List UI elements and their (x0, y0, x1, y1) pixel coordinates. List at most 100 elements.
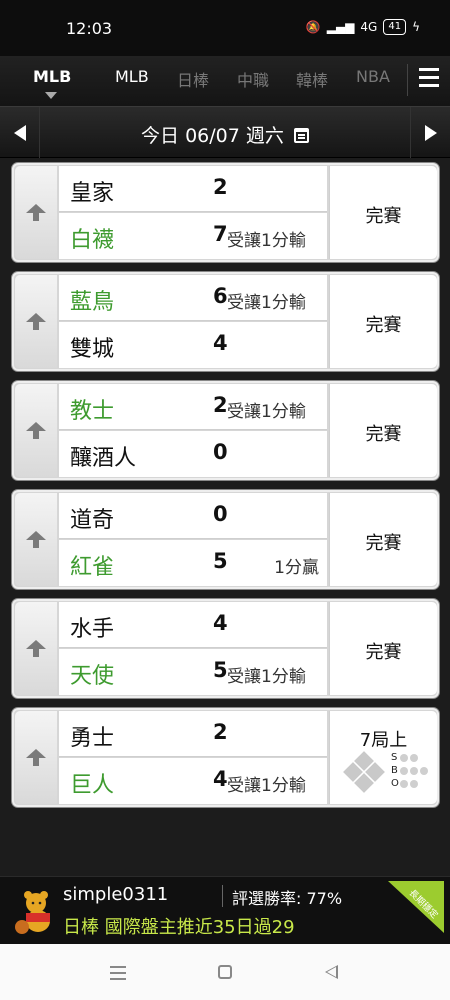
ball-dot (420, 767, 428, 775)
tab-npb[interactable]: 日棒 (177, 67, 209, 91)
game-status-cell: 完賽 (329, 493, 437, 586)
system-nav-bar (0, 944, 450, 1000)
tab-kbo[interactable]: 韓棒 (296, 67, 328, 91)
game-status: 完賽 (365, 206, 402, 227)
tab-divider (407, 64, 408, 96)
game-status: 7局上 (359, 730, 408, 751)
bet-result: 受讓1分輸 (227, 776, 306, 796)
game-status-cell: 完賽 (329, 166, 437, 259)
up-arrow-icon (25, 203, 47, 222)
ball-dot (400, 767, 408, 775)
up-arrow-icon (25, 530, 47, 549)
battery-icon: 41 (383, 19, 407, 35)
ball-label: B (391, 765, 398, 776)
league-tabs: MLB MLB 日棒 中職 韓棒 NBA (0, 56, 450, 106)
base-count-indicator: S B O (342, 751, 434, 797)
strike-dot (410, 754, 418, 762)
team-score: 2 (213, 720, 228, 744)
game-expand-button[interactable] (15, 275, 57, 368)
game-expand-button[interactable] (15, 384, 57, 477)
back-icon[interactable] (325, 965, 338, 979)
badge-label: 長期穩定 (406, 888, 440, 921)
team-row-away: 教士 2 受讓1分輸 (59, 384, 327, 430)
up-arrow-icon (25, 748, 47, 767)
home-icon[interactable] (218, 965, 232, 979)
team-name: 勇士 (70, 726, 115, 751)
team-row-away: 勇士 2 (59, 711, 327, 757)
bet-result: 受讓1分輸 (227, 667, 306, 687)
team-row-home: 紅雀 5 1分贏 (59, 540, 327, 586)
date-selector[interactable]: 今日 06/07 週六 (0, 121, 450, 148)
up-arrow-icon (25, 639, 47, 658)
strike-label: S (391, 752, 398, 763)
game-expand-button[interactable] (15, 602, 57, 695)
team-row-away: 水手 4 (59, 602, 327, 648)
team-score: 7 (213, 222, 228, 246)
game-list: 皇家 2 白襪 7 受讓1分輸 完賽 藍鳥 6 受讓1分輸 雙城 4 完賽 教士… (0, 158, 450, 876)
calendar-icon (293, 128, 309, 143)
ad-promo-text: 日棒 國際盤主推近35日過29 (63, 917, 295, 938)
mute-icon: 🔕 (305, 20, 321, 34)
game-expand-button[interactable] (15, 711, 57, 804)
team-name: 白襪 (70, 228, 115, 253)
game-status: 完賽 (365, 424, 402, 445)
ball-dot (410, 767, 418, 775)
game-status-cell: 完賽 (329, 275, 437, 368)
out-dot (400, 780, 408, 788)
game-card[interactable]: 教士 2 受讓1分輸 釀酒人 0 完賽 (11, 380, 440, 481)
team-name: 雙城 (70, 337, 115, 362)
game-status: 完賽 (365, 315, 402, 336)
team-row-home: 天使 5 受讓1分輸 (59, 649, 327, 695)
chevron-down-icon (45, 92, 57, 99)
game-status-cell: 完賽 (329, 384, 437, 477)
team-row-home: 釀酒人 0 (59, 431, 327, 477)
bet-result: 受讓1分輸 (227, 293, 306, 313)
team-row-home: 巨人 4 受讓1分輸 (59, 758, 327, 804)
team-score: 4 (213, 331, 228, 355)
tab-mlb[interactable]: MLB (115, 67, 149, 86)
promo-banner[interactable]: simple0311 評選勝率: 77% 日棒 國際盤主推近35日過29 長期穩… (0, 876, 450, 944)
signal-icon: ▂▄▆ (326, 20, 355, 34)
game-card[interactable]: 藍鳥 6 受讓1分輸 雙城 4 完賽 (11, 271, 440, 372)
hamburger-menu-icon[interactable] (419, 68, 439, 90)
stable-badge: 長期穩定 (388, 881, 444, 933)
team-row-away: 皇家 2 (59, 166, 327, 212)
bet-result: 受讓1分輸 (227, 231, 306, 251)
team-score: 2 (213, 393, 228, 417)
team-name: 紅雀 (70, 555, 115, 580)
status-time: 12:03 (66, 19, 113, 38)
team-name: 道奇 (70, 508, 115, 533)
game-card[interactable]: 道奇 0 紅雀 5 1分贏 完賽 (11, 489, 440, 590)
tab-nba[interactable]: NBA (356, 67, 390, 86)
game-card[interactable]: 皇家 2 白襪 7 受讓1分輸 完賽 (11, 162, 440, 263)
arrow-right-icon (424, 125, 437, 141)
game-expand-button[interactable] (15, 493, 57, 586)
team-name: 水手 (70, 617, 115, 642)
ad-divider (222, 885, 223, 907)
team-name: 教士 (70, 399, 115, 424)
tab-current-league[interactable]: MLB (33, 67, 71, 86)
game-card[interactable]: 勇士 2 巨人 4 受讓1分輸 7局上 S B O (11, 707, 440, 808)
team-name: 巨人 (70, 773, 115, 798)
recent-apps-icon[interactable] (110, 966, 126, 984)
tab-cpbl[interactable]: 中職 (237, 67, 269, 91)
date-bar: 今日 06/07 週六 (0, 106, 450, 159)
next-day-button[interactable] (410, 107, 450, 159)
network-label: 4G (360, 20, 378, 34)
team-row-away: 道奇 0 (59, 493, 327, 539)
status-icons: 🔕 ▂▄▆ 4G 41 ϟ (306, 19, 420, 35)
team-name: 釀酒人 (70, 446, 137, 471)
game-status-cell: 完賽 (329, 602, 437, 695)
charging-icon: ϟ (412, 20, 420, 34)
team-row-home: 白襪 7 受讓1分輸 (59, 213, 327, 259)
team-name: 藍鳥 (70, 290, 115, 315)
bet-result: 受讓1分輸 (227, 402, 306, 422)
team-name: 皇家 (70, 181, 115, 206)
team-score: 0 (213, 440, 228, 464)
team-score: 5 (213, 549, 228, 573)
date-label: 今日 06/07 週六 (141, 125, 284, 147)
game-status-cell: 7局上 S B O (329, 711, 437, 804)
game-expand-button[interactable] (15, 166, 57, 259)
game-status: 完賽 (365, 533, 402, 554)
game-card[interactable]: 水手 4 天使 5 受讓1分輸 完賽 (11, 598, 440, 699)
